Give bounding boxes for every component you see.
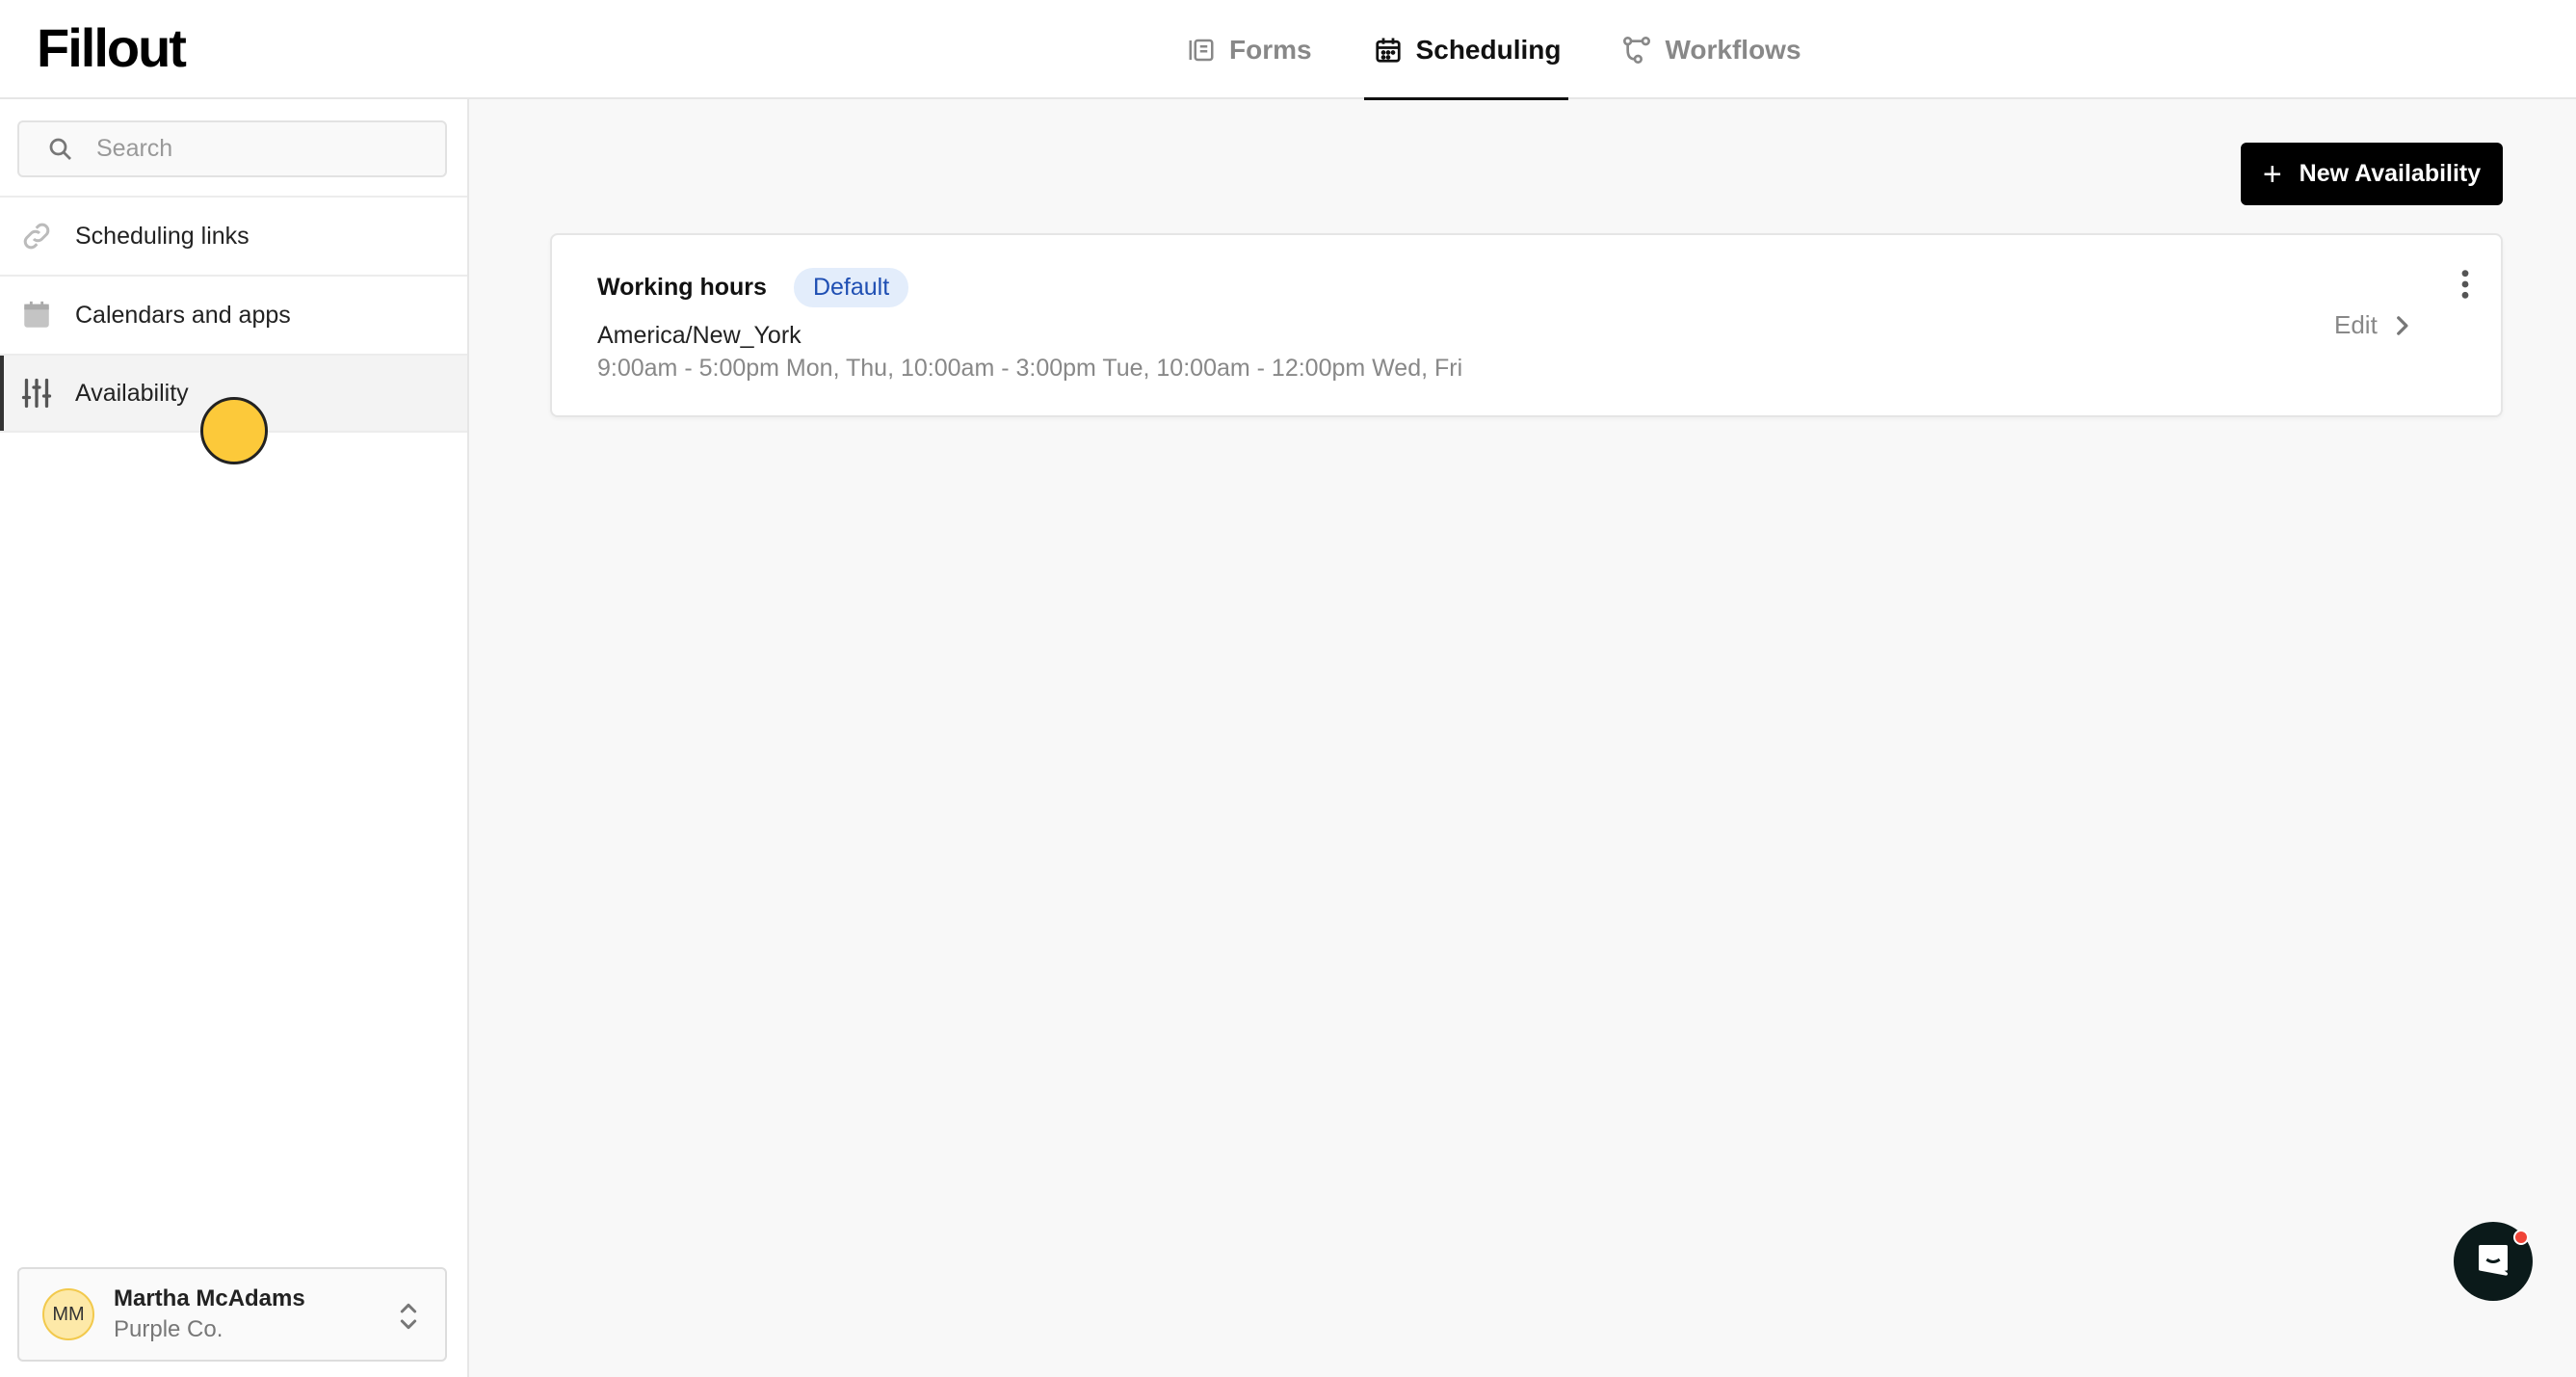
availability-card[interactable]: Working hours Default America/New_York 9… [550, 233, 2503, 417]
user-name: Martha McAdams [114, 1285, 305, 1311]
sidebar-item-scheduling-links[interactable]: Scheduling links [0, 196, 467, 275]
chat-icon [2474, 1240, 2512, 1284]
sidebar-item-label: Calendars and apps [75, 301, 291, 329]
search-icon [46, 135, 75, 164]
availability-timezone: America/New_York [597, 322, 802, 349]
user-info: Martha McAdams Purple Co. [114, 1285, 305, 1343]
more-options-icon[interactable] [2459, 268, 2471, 301]
search-box[interactable] [17, 120, 447, 177]
edit-link[interactable]: Edit [2334, 310, 2412, 340]
availability-title-row: Working hours Default [597, 268, 909, 307]
new-availability-label: New Availability [2299, 160, 2482, 187]
calendar-icon [1372, 34, 1405, 66]
new-availability-button[interactable]: + New Availability [2241, 143, 2503, 205]
chat-launcher-button[interactable] [2454, 1222, 2533, 1301]
tab-scheduling-label: Scheduling [1415, 34, 1562, 65]
edit-label: Edit [2334, 310, 2378, 339]
sidebar-item-label: Availability [75, 379, 189, 407]
link-icon [17, 217, 56, 255]
tab-workflows-label: Workflows [1665, 34, 1801, 65]
plus-icon: + [2262, 155, 2282, 193]
chevron-up-down-icon [399, 1300, 418, 1333]
sidebar-item-calendars[interactable]: Calendars and apps [0, 275, 467, 354]
mouse-cursor-indicator [200, 397, 268, 464]
forms-icon [1185, 34, 1218, 66]
tab-forms[interactable]: Forms [1177, 0, 1320, 99]
availability-hours: 9:00am - 5:00pm Mon, Thu, 10:00am - 3:00… [597, 355, 1463, 382]
sidebar-item-label: Scheduling links [75, 222, 250, 250]
user-org: Purple Co. [114, 1316, 223, 1342]
tab-workflows[interactable]: Workflows [1613, 0, 1808, 99]
top-bar: Fillout Forms Scheduling Workflows [0, 0, 2576, 100]
user-account-switcher[interactable]: MM Martha McAdams Purple Co. [17, 1267, 447, 1362]
workflow-icon [1620, 34, 1653, 66]
chevron-right-icon [2391, 313, 2412, 338]
app-logo[interactable]: Fillout [37, 13, 187, 83]
main-tabs: Forms Scheduling Workflows [1177, 0, 1853, 100]
avatar: MM [42, 1288, 94, 1340]
sliders-icon [17, 374, 56, 412]
tab-scheduling[interactable]: Scheduling [1363, 0, 1569, 100]
sidebar: Scheduling links Calendars and apps Avai… [0, 99, 469, 1377]
notification-dot [2513, 1230, 2529, 1245]
tab-forms-label: Forms [1229, 34, 1312, 65]
default-badge: Default [793, 268, 909, 307]
availability-title: Working hours [597, 274, 767, 301]
search-input[interactable] [94, 134, 426, 164]
calendar-icon [17, 296, 56, 334]
